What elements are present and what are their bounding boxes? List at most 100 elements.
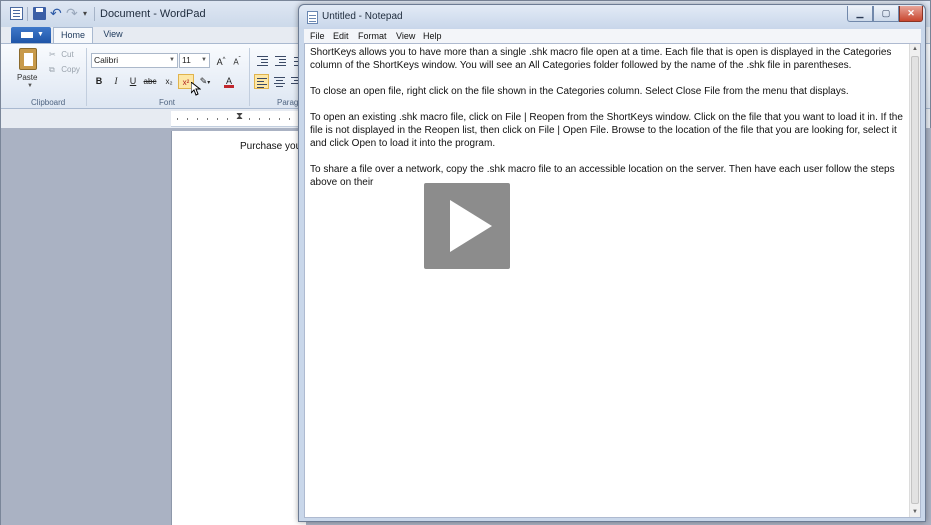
menu-format[interactable]: Format bbox=[358, 29, 387, 43]
ruler-tick bbox=[197, 118, 198, 120]
ribbon-separator bbox=[86, 48, 87, 106]
ruler-tick bbox=[279, 118, 280, 120]
font-size-select[interactable]: 11 ▼ bbox=[179, 53, 210, 68]
line-icon bbox=[257, 81, 264, 82]
line-icon bbox=[279, 62, 286, 63]
wordpad-app-icon[interactable] bbox=[10, 7, 23, 20]
cut-button[interactable]: ✂ Cut bbox=[49, 50, 74, 64]
chevron-down-icon: ▼ bbox=[201, 57, 207, 63]
minimize-button[interactable]: ▁ bbox=[847, 6, 873, 22]
copy-button[interactable]: ⧉ Copy bbox=[49, 65, 80, 79]
menu-icon bbox=[21, 32, 33, 38]
align-left-button[interactable] bbox=[254, 74, 269, 89]
chevron-down-icon: ▼ bbox=[169, 57, 175, 63]
font-size-value: 11 bbox=[182, 55, 191, 65]
copy-icon: ⧉ bbox=[49, 65, 55, 74]
line-icon bbox=[275, 56, 286, 57]
color-swatch bbox=[224, 85, 234, 88]
font-color-button[interactable]: A bbox=[221, 74, 237, 89]
chevron-down-icon: ▼ bbox=[27, 83, 33, 89]
ruler-tick bbox=[259, 118, 260, 120]
indent-marker-icon[interactable]: ⧗ bbox=[236, 111, 243, 123]
align-center-button[interactable] bbox=[272, 74, 287, 89]
scroll-thumb[interactable] bbox=[911, 56, 919, 504]
paste-label: Paste bbox=[17, 73, 38, 82]
ruler[interactable]: ⧗ bbox=[171, 111, 301, 127]
line-icon bbox=[257, 87, 264, 88]
decrease-indent-button[interactable] bbox=[255, 53, 270, 68]
cut-icon: ✂ bbox=[49, 50, 56, 59]
italic-button[interactable]: I bbox=[108, 74, 124, 89]
ruler-tick bbox=[249, 118, 250, 120]
window-title: Untitled - Notepad bbox=[322, 11, 403, 22]
bold-button[interactable]: B bbox=[91, 74, 107, 89]
ruler-tick bbox=[289, 118, 290, 120]
ribbon-separator bbox=[249, 48, 250, 106]
paste-button[interactable]: Paste ▼ bbox=[13, 48, 45, 92]
line-icon bbox=[261, 62, 268, 63]
line-icon bbox=[257, 65, 268, 66]
line-icon bbox=[274, 83, 285, 84]
menu-edit[interactable]: Edit bbox=[333, 29, 349, 43]
line-icon bbox=[275, 65, 286, 66]
ruler-tick bbox=[177, 118, 178, 120]
menu-bar: File Edit Format View Help bbox=[304, 29, 921, 43]
text-paragraph: To open an existing .shk macro file, cli… bbox=[310, 112, 903, 149]
play-icon bbox=[450, 200, 492, 252]
text-paragraph: To close an open file, right click on th… bbox=[310, 86, 849, 97]
line-icon bbox=[257, 56, 268, 57]
subscript-button[interactable]: x₂ bbox=[161, 74, 177, 89]
line-icon bbox=[276, 86, 283, 87]
font-name-select[interactable]: Calibri ▼ bbox=[91, 53, 178, 68]
vertical-scrollbar[interactable]: ▲ ▼ bbox=[909, 44, 920, 517]
cut-label: Cut bbox=[61, 50, 74, 59]
shrink-font-button[interactable]: Aˇ bbox=[229, 53, 245, 68]
line-icon bbox=[257, 84, 267, 85]
menu-view[interactable]: View bbox=[396, 29, 415, 43]
maximize-button[interactable]: ▢ bbox=[873, 6, 899, 22]
notepad-window: Untitled - Notepad ▁ ▢ ✕ File Edit Forma… bbox=[298, 4, 926, 522]
scroll-up-icon[interactable]: ▲ bbox=[912, 46, 918, 52]
notepad-app-icon[interactable] bbox=[307, 11, 318, 24]
ruler-tick bbox=[269, 118, 270, 120]
font-name-value: Calibri bbox=[94, 55, 119, 65]
redo-icon[interactable]: ↷ bbox=[66, 6, 79, 20]
menu-file[interactable]: File bbox=[310, 29, 325, 43]
clipboard-group-label: Clipboard bbox=[31, 98, 66, 107]
qat-separator bbox=[27, 7, 28, 21]
save-icon[interactable] bbox=[33, 7, 46, 20]
qat-separator bbox=[94, 7, 95, 21]
grow-font-button[interactable]: A^ bbox=[213, 53, 229, 68]
text-paragraph: To share a file over a network, copy the… bbox=[310, 164, 895, 188]
menu-help[interactable]: Help bbox=[423, 29, 442, 43]
ruler-tick bbox=[207, 118, 208, 120]
paragraph-group-label: Parag bbox=[277, 98, 299, 107]
tab-view[interactable]: View bbox=[95, 27, 131, 43]
document-page[interactable]: Purchase you bbox=[171, 131, 306, 525]
line-icon bbox=[274, 77, 285, 78]
wordpad-menu-button[interactable]: ▼ bbox=[11, 27, 51, 43]
increase-indent-button[interactable] bbox=[273, 53, 288, 68]
close-button[interactable]: ✕ bbox=[899, 6, 923, 22]
chevron-down-icon: ▼ bbox=[37, 31, 44, 38]
line-icon bbox=[257, 78, 267, 79]
undo-icon[interactable]: ↶ bbox=[50, 6, 63, 20]
ruler-tick bbox=[227, 118, 228, 120]
document-text: Purchase you bbox=[240, 141, 302, 152]
text-paragraph: ShortKeys allows you to have more than a… bbox=[310, 47, 892, 71]
text-editor[interactable]: ShortKeys allows you to have more than a… bbox=[304, 43, 921, 518]
window-title: Document - WordPad bbox=[100, 8, 206, 20]
tab-home[interactable]: Home bbox=[53, 27, 93, 43]
strikethrough-button[interactable]: abc bbox=[142, 74, 158, 89]
paste-icon bbox=[19, 48, 37, 70]
video-play-button[interactable] bbox=[424, 183, 510, 269]
ruler-tick bbox=[187, 118, 188, 120]
copy-label: Copy bbox=[61, 65, 80, 74]
notepad-titlebar[interactable]: Untitled - Notepad ▁ ▢ ✕ bbox=[299, 5, 925, 29]
ruler-tick bbox=[217, 118, 218, 120]
underline-button[interactable]: U bbox=[125, 74, 141, 89]
line-icon bbox=[261, 59, 268, 60]
line-icon bbox=[279, 59, 286, 60]
font-group-label: Font bbox=[159, 98, 176, 107]
scroll-down-icon[interactable]: ▼ bbox=[912, 509, 918, 515]
